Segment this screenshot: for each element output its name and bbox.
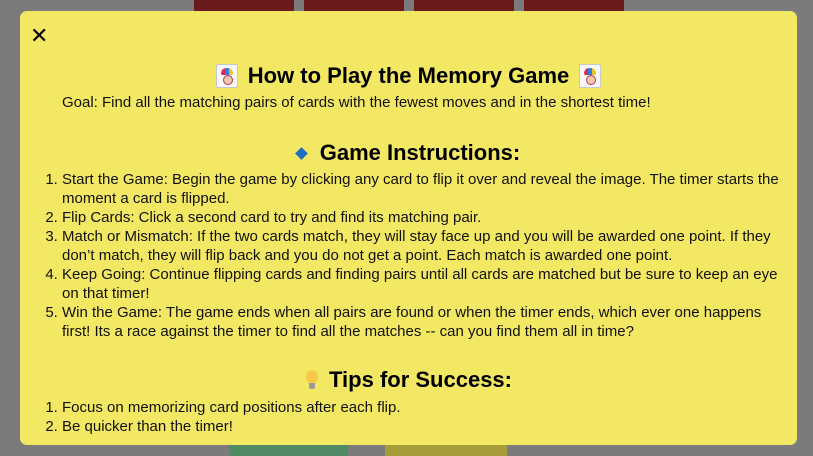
modal-title: How to Play the Memory Game <box>20 63 797 89</box>
tips-list: Focus on memorizing card positions after… <box>62 398 792 436</box>
tips-heading: Tips for Success: <box>20 367 797 393</box>
list-item: Win the Game: The game ends when all pai… <box>62 303 792 341</box>
instructions-list: Start the Game: Begin the game by clicki… <box>62 170 792 341</box>
blue-diamond-icon <box>294 146 308 160</box>
instructions-heading: Game Instructions: <box>20 140 797 166</box>
list-item: Be quicker than the timer! <box>62 417 792 436</box>
close-button[interactable]: ✕ <box>30 26 48 48</box>
list-item: Focus on memorizing card positions after… <box>62 398 792 417</box>
lightbulb-icon <box>305 370 319 390</box>
list-item: Keep Going: Continue flipping cards and … <box>62 265 792 303</box>
modal-title-text: How to Play the Memory Game <box>247 63 570 88</box>
joker-icon <box>215 64 238 88</box>
joker-icon <box>579 64 602 88</box>
goal-text: Goal: Find all the matching pairs of car… <box>62 94 651 111</box>
list-item: Flip Cards: Click a second card to try a… <box>62 208 792 227</box>
list-item: Match or Mismatch: If the two cards matc… <box>62 227 792 265</box>
tips-heading-text: Tips for Success: <box>329 367 512 392</box>
instructions-heading-text: Game Instructions: <box>319 140 521 165</box>
list-item: Start the Game: Begin the game by clicki… <box>62 170 792 208</box>
instructions-modal: ✕ How to Play the Memory Game Goal: Find… <box>20 11 797 445</box>
